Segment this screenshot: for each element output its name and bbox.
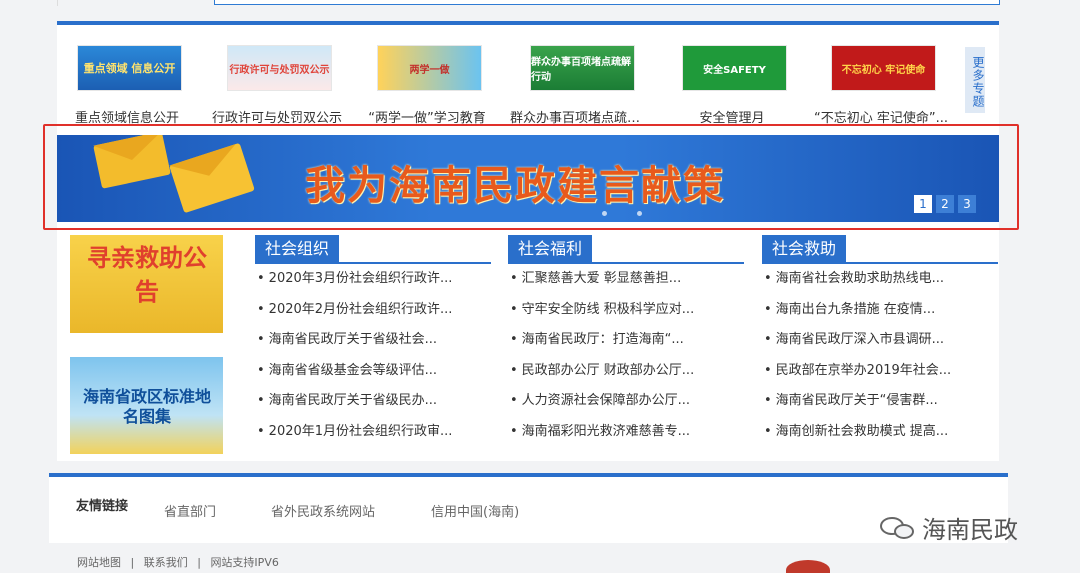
column-social-assistance: 社会救助 海南省社会救助求助热线电... 海南出台九条措施 在疫情... 海南省… <box>762 235 998 447</box>
pager-button-2[interactable]: 2 <box>936 195 954 213</box>
study-thumb[interactable]: 两学一做 <box>377 45 482 91</box>
footer-links: 网站地图 | 联系我们 | 网站支持IPV6 <box>77 554 285 570</box>
theme-item-permit[interactable]: 行政许可与处罚双公示 行政许可与处罚双公示 <box>207 45 347 126</box>
permit-thumb[interactable]: 行政许可与处罚双公示 <box>227 45 332 91</box>
side-image-text: 寻亲救助公告 <box>87 244 207 306</box>
relative-search-notice-image[interactable]: 寻亲救助公告 <box>70 235 223 333</box>
news-list: 海南省社会救助求助热线电... 海南出台九条措施 在疫情... 海南省民政厅深入… <box>762 264 998 447</box>
themes-row: 重点领域 信息公开 重点领域信息公开 行政许可与处罚双公示 行政许可与处罚双公示… <box>57 37 999 126</box>
footer-link-ipv6[interactable]: 网站支持IPV6 <box>210 556 278 569</box>
list-item[interactable]: 海南省民政厅关于省级民办... <box>255 386 491 417</box>
column-header: 社会组织 <box>255 235 491 264</box>
theme-item-info-public[interactable]: 重点领域 信息公开 重点领域信息公开 <box>57 45 197 126</box>
footer-separator: | <box>197 556 201 569</box>
carousel-dot <box>602 211 607 216</box>
footer-link-sitemap[interactable]: 网站地图 <box>77 556 121 569</box>
banner-pager: 1 2 3 <box>914 195 976 213</box>
banner-slide[interactable]: 我为海南民政建言献策 <box>57 135 999 222</box>
mission-thumb[interactable]: 不忘初心 牢记使命 <box>831 45 936 91</box>
pager-button-3[interactable]: 3 <box>958 195 976 213</box>
list-item[interactable]: 海南省省级基金会等级评估... <box>255 356 491 387</box>
pager-button-1[interactable]: 1 <box>914 195 932 213</box>
list-item[interactable]: 海南出台九条措施 在疫情... <box>762 295 998 326</box>
list-item[interactable]: 海南福彩阳光救济难慈善专... <box>508 417 744 448</box>
list-item[interactable]: 2020年2月份社会组织行政许... <box>255 295 491 326</box>
news-list: 汇聚慈善大爱 彰显慈善担... 守牢安全防线 积极科学应对... 海南省民政厅：… <box>508 264 744 447</box>
list-item[interactable]: 海南省民政厅关于“侵害群... <box>762 386 998 417</box>
list-item[interactable]: 海南省民政厅关于省级社会... <box>255 325 491 356</box>
footer-separator: | <box>130 556 135 569</box>
column-header: 社会福利 <box>508 235 744 264</box>
carousel-dot <box>637 211 642 216</box>
list-item[interactable]: 海南省民政厅深入市县调研... <box>762 325 998 356</box>
emblem-icon <box>786 560 830 573</box>
friend-link-credit-china[interactable]: 信用中国(海南) <box>431 501 519 520</box>
list-item[interactable]: 海南创新社会救助模式 提高... <box>762 417 998 448</box>
column-tab[interactable]: 社会组织 <box>255 235 340 262</box>
friend-links-bar: 友情链接 省直部门 省外民政系统网站 信用中国(海南) <box>49 477 1008 543</box>
list-item[interactable]: 人力资源社会保障部办公厅... <box>508 386 744 417</box>
column-tab[interactable]: 社会救助 <box>762 235 847 262</box>
news-list: 2020年3月份社会组织行政许... 2020年2月份社会组织行政许... 海南… <box>255 264 491 447</box>
search-input[interactable] <box>214 0 1000 5</box>
top-bar <box>57 0 1000 6</box>
column-social-welfare: 社会福利 汇聚慈善大爱 彰显慈善担... 守牢安全防线 积极科学应对... 海南… <box>508 235 744 447</box>
footer-link-contact[interactable]: 联系我们 <box>144 556 188 569</box>
more-themes-button[interactable]: 更多专题 <box>965 47 985 113</box>
list-item[interactable]: 2020年1月份社会组织行政审... <box>255 417 491 448</box>
theme-item-mission[interactable]: 不忘初心 牢记使命 “不忘初心 牢记使命”... <box>811 45 951 126</box>
theme-item-service[interactable]: 群众办事百项堵点疏解行动 群众办事百项堵点疏解... <box>510 45 650 126</box>
list-item[interactable]: 民政部办公厅 财政部办公厅... <box>508 356 744 387</box>
theme-item-safety[interactable]: 安全SAFETY 安全管理月 <box>662 45 802 126</box>
safety-thumb[interactable]: 安全SAFETY <box>682 45 787 91</box>
column-social-organization: 社会组织 2020年3月份社会组织行政许... 2020年2月份社会组织行政许.… <box>255 235 491 447</box>
list-item[interactable]: 守牢安全防线 积极科学应对... <box>508 295 744 326</box>
watermark: 海南民政 <box>880 510 1018 545</box>
banner-title: 我为海南民政建言献策 <box>305 163 725 209</box>
envelope-icon <box>169 142 255 214</box>
friend-link-provincial-departments[interactable]: 省直部门 <box>164 501 216 520</box>
envelope-icon <box>93 135 171 189</box>
side-image-text: 海南省政区标准地名图集 <box>82 387 211 426</box>
column-tab[interactable]: 社会福利 <box>508 235 593 262</box>
list-item[interactable]: 海南省社会救助求助热线电... <box>762 264 998 295</box>
list-item[interactable]: 民政部在京举办2019年社会... <box>762 356 998 387</box>
list-item[interactable]: 海南省民政厅：打造海南“... <box>508 325 744 356</box>
theme-item-study[interactable]: 两学一做 “两学一做”学习教育 <box>357 45 497 126</box>
list-item[interactable]: 汇聚慈善大爱 彰显慈善担... <box>508 264 744 295</box>
wechat-icon <box>880 515 916 541</box>
friend-link-other-civil-affairs[interactable]: 省外民政系统网站 <box>271 501 375 520</box>
info-public-thumb[interactable]: 重点领域 信息公开 <box>77 45 182 91</box>
friend-links-label: 友情链接 <box>76 499 129 514</box>
list-item[interactable]: 2020年3月份社会组织行政许... <box>255 264 491 295</box>
place-name-atlas-image[interactable]: 海南省政区标准地名图集 <box>70 357 223 454</box>
service-thumb[interactable]: 群众办事百项堵点疏解行动 <box>530 45 635 91</box>
column-header: 社会救助 <box>762 235 998 264</box>
watermark-text: 海南民政 <box>922 516 1018 544</box>
